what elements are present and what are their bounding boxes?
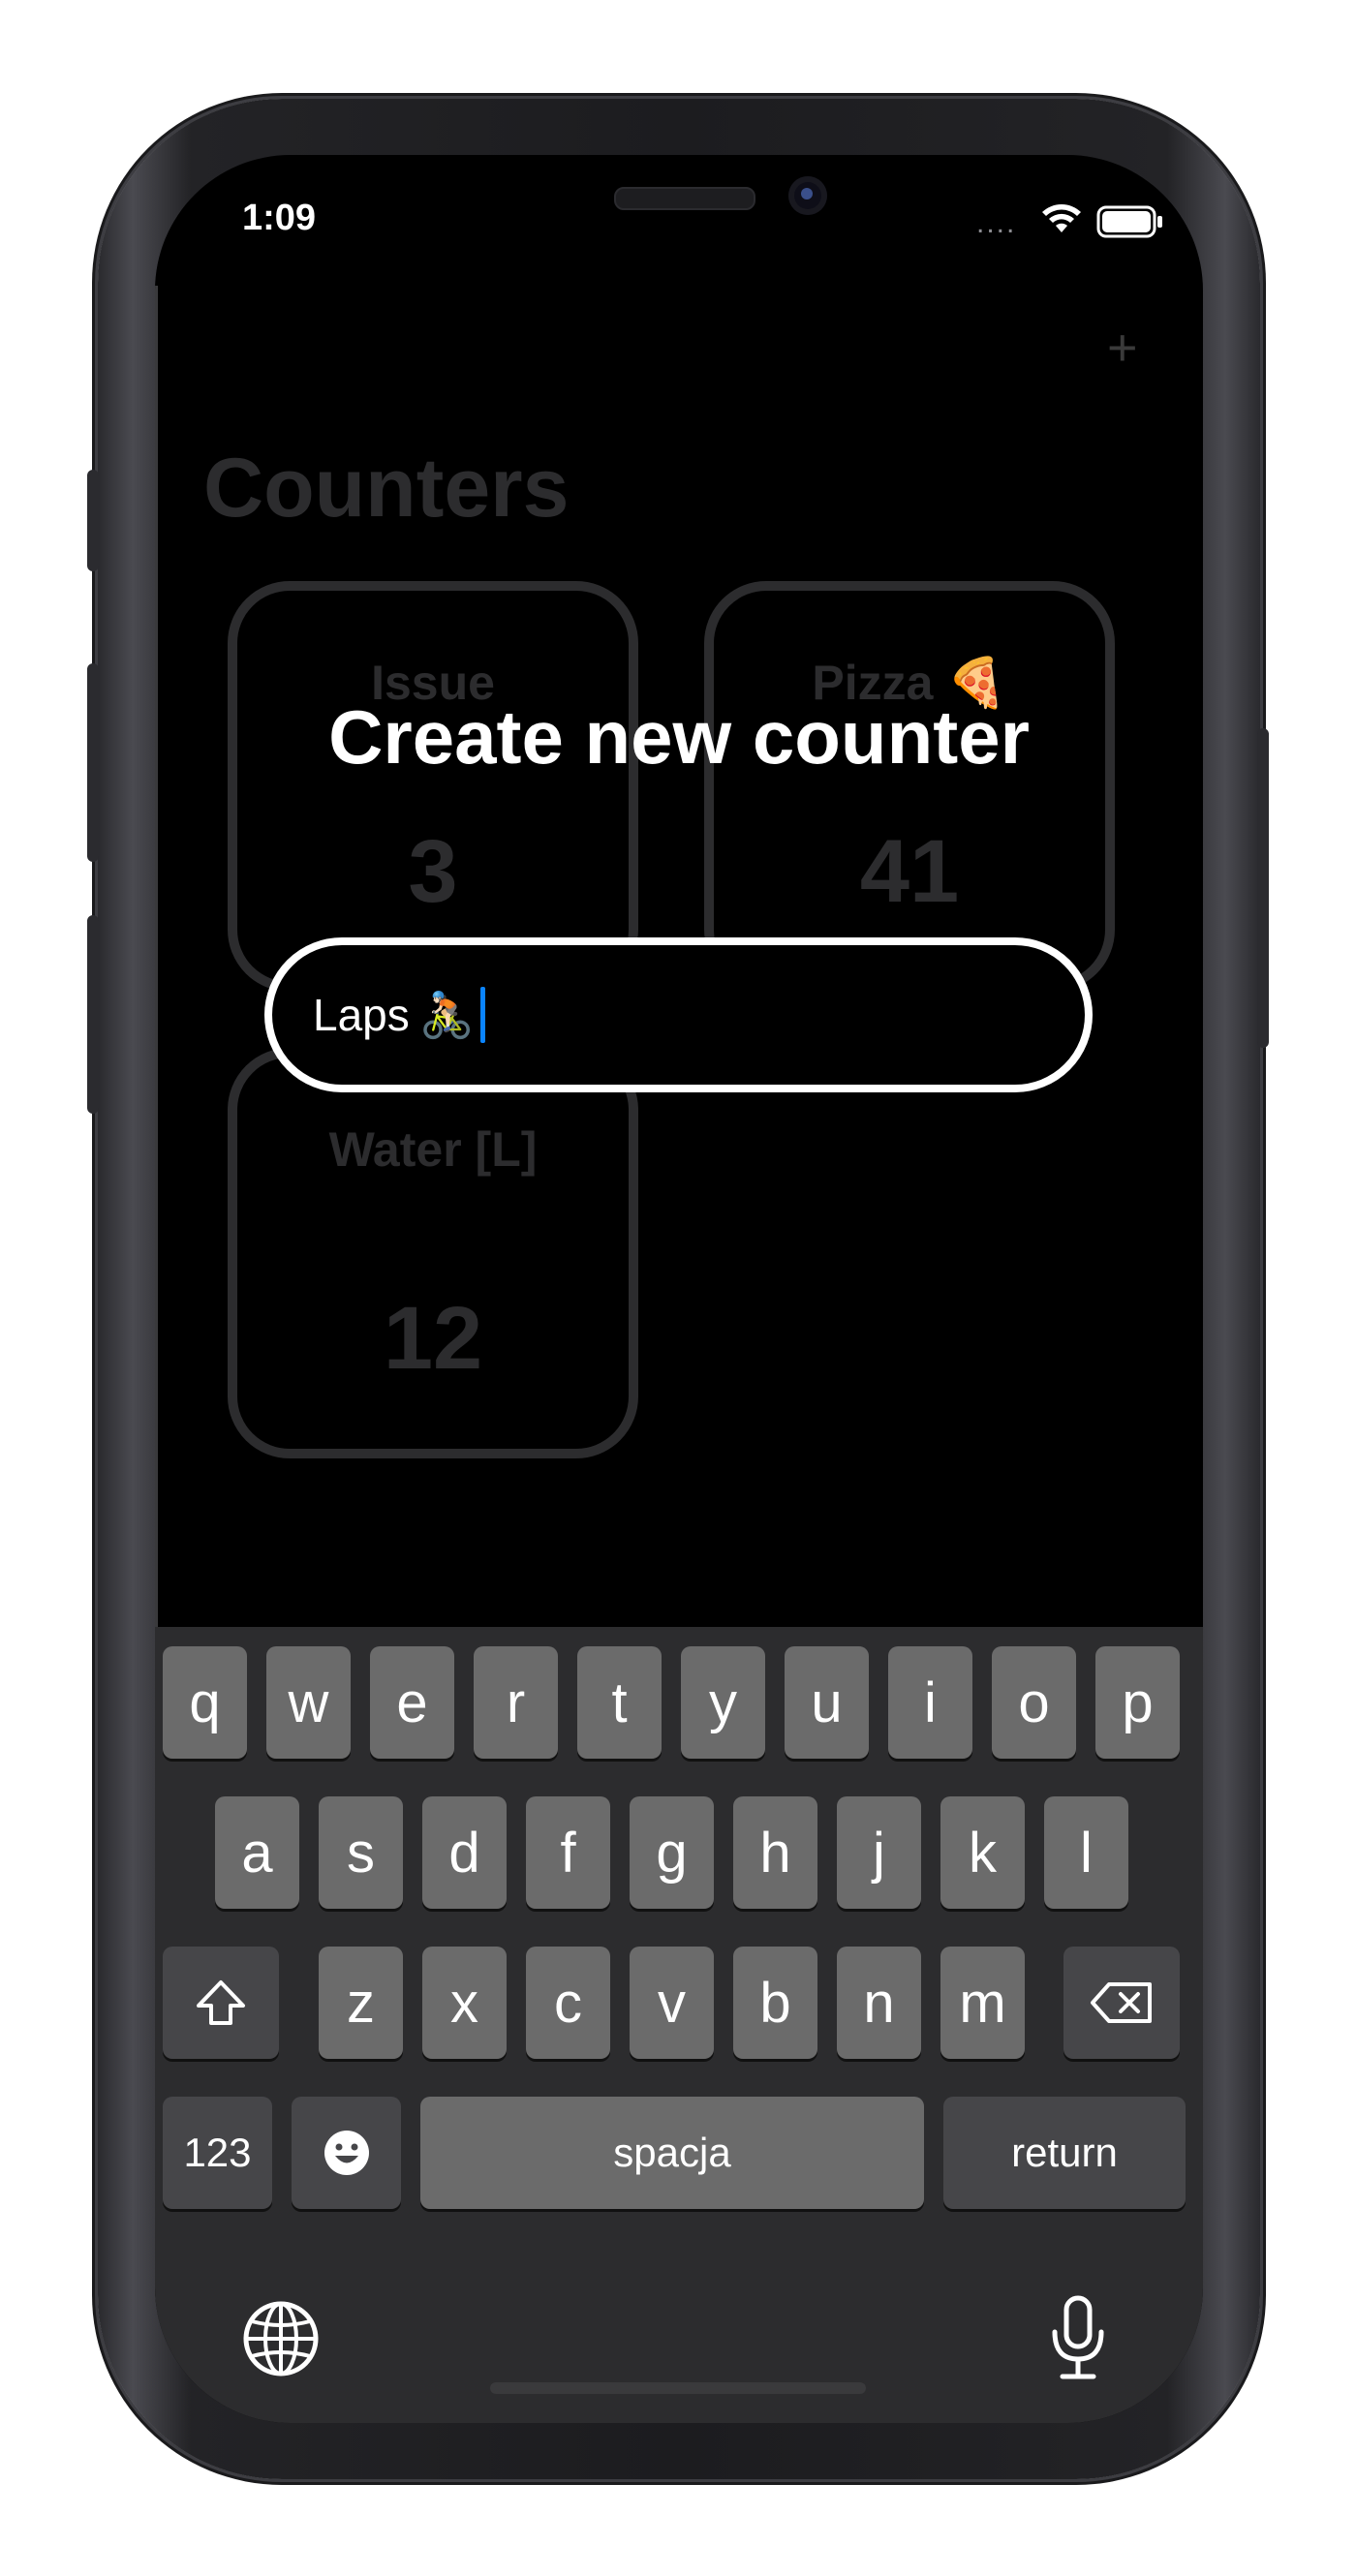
key-e[interactable]: e [370, 1646, 454, 1759]
key-d[interactable]: d [422, 1796, 507, 1909]
key-q[interactable]: q [163, 1646, 247, 1759]
key-h[interactable]: h [733, 1796, 817, 1909]
key-k[interactable]: k [940, 1796, 1025, 1909]
return-key[interactable]: return [943, 2097, 1186, 2209]
home-indicator[interactable] [490, 2382, 866, 2394]
counter-value: 3 [408, 822, 458, 921]
space-key[interactable]: spacja [420, 2097, 924, 2209]
key-b[interactable]: b [733, 1947, 817, 2059]
shift-key[interactable] [163, 1947, 279, 2059]
counter-card[interactable]: Pizza 🍕 41 [704, 581, 1115, 992]
keyboard: q w e r t y u i o p a s d f g h j k l z … [155, 1627, 1203, 2423]
emoji-key[interactable] [292, 2097, 401, 2209]
cyclist-emoji: 🚴🏻 [418, 989, 476, 1040]
emoji-icon [324, 2131, 369, 2175]
key-w[interactable]: w [266, 1646, 351, 1759]
sheet-edge [155, 286, 158, 1724]
side-button [1257, 728, 1269, 1048]
counter-card[interactable]: Issue 3 [228, 581, 638, 992]
key-c[interactable]: c [526, 1947, 610, 2059]
key-i[interactable]: i [888, 1646, 972, 1759]
key-y[interactable]: y [681, 1646, 765, 1759]
counter-name: Water [L] [328, 1122, 538, 1177]
delete-key[interactable] [1063, 1947, 1180, 2059]
counter-card[interactable]: Water [L] 12 [228, 1048, 638, 1458]
key-g[interactable]: g [630, 1796, 714, 1909]
key-p[interactable]: p [1095, 1646, 1180, 1759]
shift-icon [197, 1980, 245, 2025]
key-v[interactable]: v [630, 1947, 714, 2059]
globe-icon[interactable] [242, 2300, 320, 2377]
key-t[interactable]: t [577, 1646, 662, 1759]
key-r[interactable]: r [474, 1646, 558, 1759]
page-title: Counters [203, 442, 570, 535]
key-a[interactable]: a [215, 1796, 299, 1909]
silent-switch [87, 470, 99, 571]
key-n[interactable]: n [837, 1947, 921, 2059]
key-s[interactable]: s [319, 1796, 403, 1909]
counter-value: 12 [383, 1289, 483, 1388]
counter-value: 41 [859, 822, 960, 921]
input-value: Laps [313, 990, 410, 1040]
numbers-key[interactable]: 123 [163, 2097, 272, 2209]
key-u[interactable]: u [785, 1646, 869, 1759]
backspace-icon [1091, 1982, 1152, 2023]
modal-title: Create new counter [328, 694, 1030, 780]
volume-up-button [87, 663, 99, 862]
key-f[interactable]: f [526, 1796, 610, 1909]
text-caret [480, 987, 486, 1043]
key-o[interactable]: o [992, 1646, 1076, 1759]
counters-background-view: + Counters Issue 3 Pizza 🍕 41 Water [L] … [155, 155, 1203, 1724]
key-m[interactable]: m [940, 1947, 1025, 2059]
counter-name-input[interactable]: Laps 🚴🏻 [264, 937, 1093, 1092]
microphone-icon[interactable] [1049, 2295, 1107, 2382]
key-j[interactable]: j [837, 1796, 921, 1909]
phone-screen: 1:09 .... + Counters Issue 3 Pizza 🍕 41 … [155, 155, 1203, 2423]
key-z[interactable]: z [319, 1947, 403, 2059]
add-counter-button[interactable]: + [1107, 318, 1138, 378]
key-l[interactable]: l [1044, 1796, 1128, 1909]
volume-down-button [87, 915, 99, 1114]
key-x[interactable]: x [422, 1947, 507, 2059]
